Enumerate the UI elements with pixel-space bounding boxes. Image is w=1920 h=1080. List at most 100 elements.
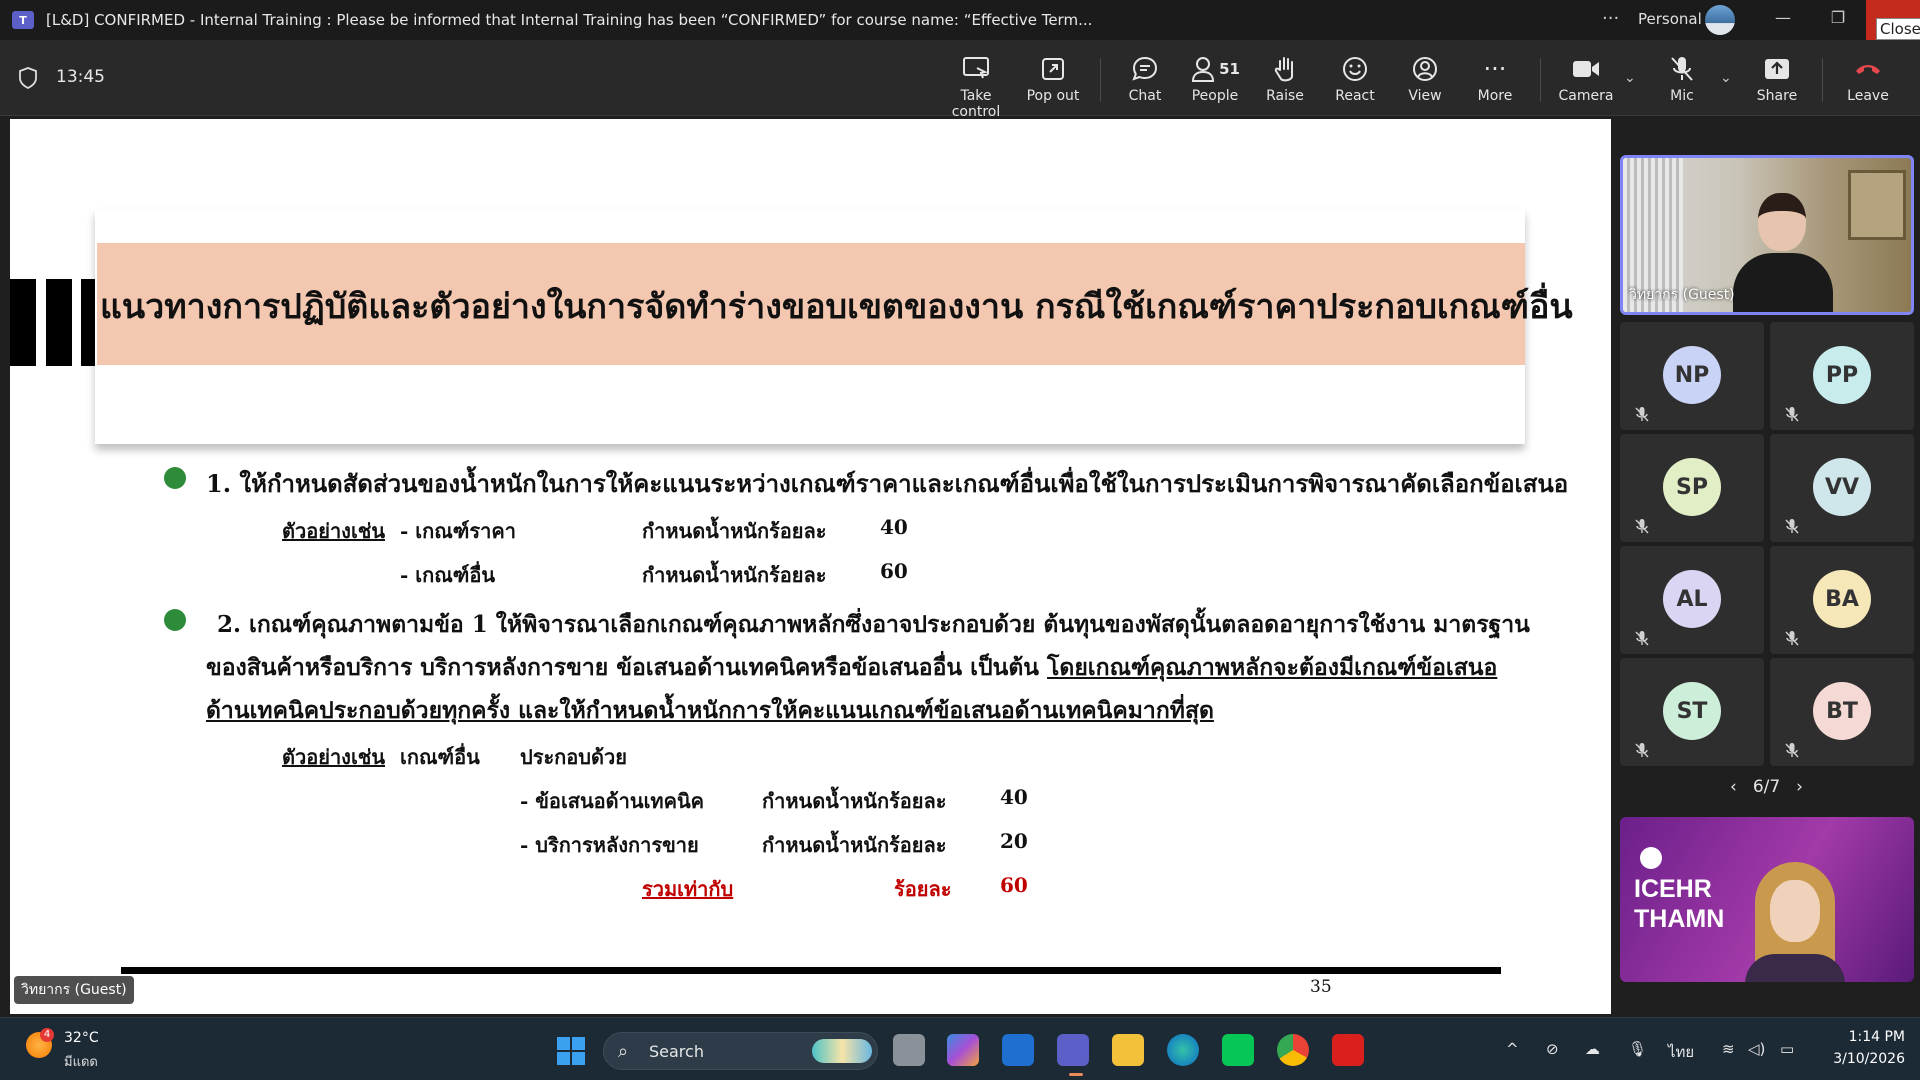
more-options-icon[interactable]: ··· — [1602, 8, 1619, 29]
teams-taskbar-icon[interactable] — [1057, 1034, 1089, 1066]
edge-browser-icon[interactable] — [1167, 1034, 1199, 1066]
people-icon: 51 — [1175, 52, 1255, 86]
search-label: Search — [649, 1042, 704, 1061]
mic-muted-icon — [1785, 407, 1799, 422]
mic-label: Mic — [1670, 88, 1694, 104]
participant-avatar: BA — [1813, 570, 1871, 628]
example1-row1-name: - เกณฑ์ราคา — [400, 519, 516, 543]
profile-label[interactable]: Personal — [1638, 10, 1702, 28]
participant-tile[interactable]: BT — [1770, 658, 1914, 766]
raise-hand-button[interactable]: Raise — [1245, 52, 1325, 104]
bullet-dot — [164, 609, 186, 631]
example1-label: ตัวอย่างเช่น — [282, 519, 386, 543]
mic-button[interactable]: Mic — [1642, 52, 1722, 104]
item2-line2-plain: ของสินค้าหรือบริการ บริการหลังการขาย ข้อ… — [206, 654, 1048, 681]
onedrive-cloud-icon[interactable]: ☁ — [1585, 1040, 1600, 1058]
volume-icon[interactable]: ◁) — [1748, 1040, 1765, 1058]
item2-line1: 2. เกณฑ์คุณภาพตามข้อ 1 ให้พิจารณาเลือกเก… — [217, 611, 1530, 638]
camera-button[interactable]: Camera — [1546, 52, 1626, 104]
participant-avatar: VV — [1813, 458, 1871, 516]
banner-text-line2: THAMN — [1634, 905, 1725, 933]
view-icon — [1385, 52, 1465, 86]
chat-button[interactable]: Chat — [1105, 52, 1185, 104]
minimize-icon[interactable]: — — [1760, 8, 1806, 27]
camera-options-chevron-icon[interactable]: ⌄ — [1624, 70, 1636, 86]
presenter-name-tag: วิทยากร (Guest) — [14, 976, 134, 1004]
copilot-icon[interactable] — [947, 1034, 979, 1066]
speaker-person — [1728, 193, 1838, 312]
prev-page-chevron-icon[interactable]: ‹ — [1730, 777, 1737, 797]
weather-badge: 4 — [40, 1028, 54, 1042]
pop-out-button[interactable]: Pop out — [1013, 52, 1093, 104]
weather-temperature[interactable]: 32°C — [64, 1030, 99, 1046]
example1-row1-value: 40 — [880, 515, 908, 539]
show-hidden-icons-chevron-icon[interactable]: ^ — [1506, 1040, 1519, 1058]
task-view-icon[interactable] — [893, 1034, 925, 1066]
restore-icon[interactable]: ❐ — [1815, 8, 1861, 27]
participant-tile[interactable]: NP — [1620, 322, 1764, 430]
ellipsis-icon: ··· — [1483, 55, 1507, 83]
line-app-icon[interactable] — [1222, 1034, 1254, 1066]
total-label: รวมเท่ากับ — [642, 877, 734, 901]
taskbar-clock-date[interactable]: 3/10/2026 — [1825, 1051, 1905, 1067]
participant-pager: ‹ 6/7 › — [1722, 777, 1811, 797]
view-button[interactable]: View — [1385, 52, 1465, 104]
language-indicator[interactable]: ไทย — [1668, 1040, 1694, 1064]
weather-description[interactable]: มีแดด — [64, 1051, 98, 1072]
take-control-button[interactable]: Take control — [936, 52, 1016, 120]
participant-avatar: AL — [1663, 570, 1721, 628]
taskbar-clock-time[interactable]: 1:14 PM — [1825, 1029, 1905, 1045]
more-button[interactable]: ··· More — [1455, 52, 1535, 104]
mic-muted-icon — [1785, 519, 1799, 534]
main-speaker-video[interactable]: วิทยากร (Guest) — [1620, 155, 1914, 315]
content-presenter-video[interactable]: ICEHR THAMN — [1620, 817, 1914, 982]
example2-consists: ประกอบด้วย — [520, 745, 627, 769]
next-page-chevron-icon[interactable]: › — [1796, 777, 1803, 797]
profile-avatar[interactable] — [1705, 5, 1735, 35]
example1-row2-desc: กำหนดน้ำหนักร้อยละ — [642, 563, 827, 587]
pop-out-label: Pop out — [1026, 88, 1080, 104]
participant-avatar: SP — [1663, 458, 1721, 516]
background-portrait — [1848, 170, 1906, 240]
participant-tile[interactable]: AL — [1620, 546, 1764, 654]
camera-off-tray-icon[interactable]: ⊘ — [1546, 1040, 1559, 1058]
close-tooltip: Close — [1876, 18, 1920, 40]
take-control-icon — [936, 52, 1016, 86]
participant-avatar: BT — [1813, 682, 1871, 740]
participant-tile[interactable]: VV — [1770, 434, 1914, 542]
item1-text: 1. ให้กำหนดสัดส่วนของน้ำหนักในการให้คะแน… — [206, 469, 1569, 498]
wifi-icon[interactable]: ≋ — [1722, 1040, 1735, 1058]
mic-options-chevron-icon[interactable]: ⌄ — [1720, 70, 1732, 86]
teams-app-icon: T — [12, 11, 34, 29]
participant-tile[interactable]: BA — [1770, 546, 1914, 654]
people-button[interactable]: 51 People — [1175, 52, 1255, 104]
microphone-tray-icon[interactable]: 🎙 — [1628, 1040, 1647, 1058]
banner-text-line1: ICEHR — [1634, 875, 1712, 903]
example2-row1-name: - ข้อเสนอด้านเทคนิค — [520, 789, 705, 813]
window-title-bar: T [L&D] CONFIRMED - Internal Training : … — [0, 0, 1920, 40]
participant-tile[interactable]: SP — [1620, 434, 1764, 542]
meeting-timer: 13:45 — [56, 67, 105, 87]
leave-button[interactable]: Leave — [1828, 52, 1908, 104]
file-explorer-icon[interactable] — [1112, 1034, 1144, 1066]
battery-icon[interactable]: ▭ — [1780, 1040, 1794, 1058]
share-button[interactable]: Share — [1737, 52, 1817, 104]
photos-icon[interactable] — [1002, 1034, 1034, 1066]
windows-start-icon[interactable] — [557, 1037, 585, 1065]
taskbar-search-box[interactable]: ⌕ Search — [603, 1032, 878, 1070]
chrome-browser-icon[interactable] — [1277, 1034, 1309, 1066]
more-label: More — [1477, 88, 1513, 104]
pdf-reader-icon[interactable] — [1332, 1034, 1364, 1066]
participant-avatar: NP — [1663, 346, 1721, 404]
item2-line2: ของสินค้าหรือบริการ บริการหลังการขาย ข้อ… — [206, 650, 1497, 686]
smile-icon — [1315, 52, 1395, 86]
react-button[interactable]: React — [1315, 52, 1395, 104]
total-desc: ร้อยละ — [894, 877, 952, 901]
participant-tile[interactable]: ST — [1620, 658, 1764, 766]
slide-page-number: 35 — [1310, 977, 1332, 997]
example2-row1-value: 40 — [1000, 785, 1028, 809]
windows-taskbar: 4 32°C มีแดด ⌕ Search ^ ⊘ ☁ 🎙 ไทย ≋ ◁) ▭… — [0, 1017, 1920, 1080]
bullet-dot — [164, 467, 186, 489]
participant-tile[interactable]: PP — [1770, 322, 1914, 430]
example1-row2-value: 60 — [880, 559, 908, 583]
